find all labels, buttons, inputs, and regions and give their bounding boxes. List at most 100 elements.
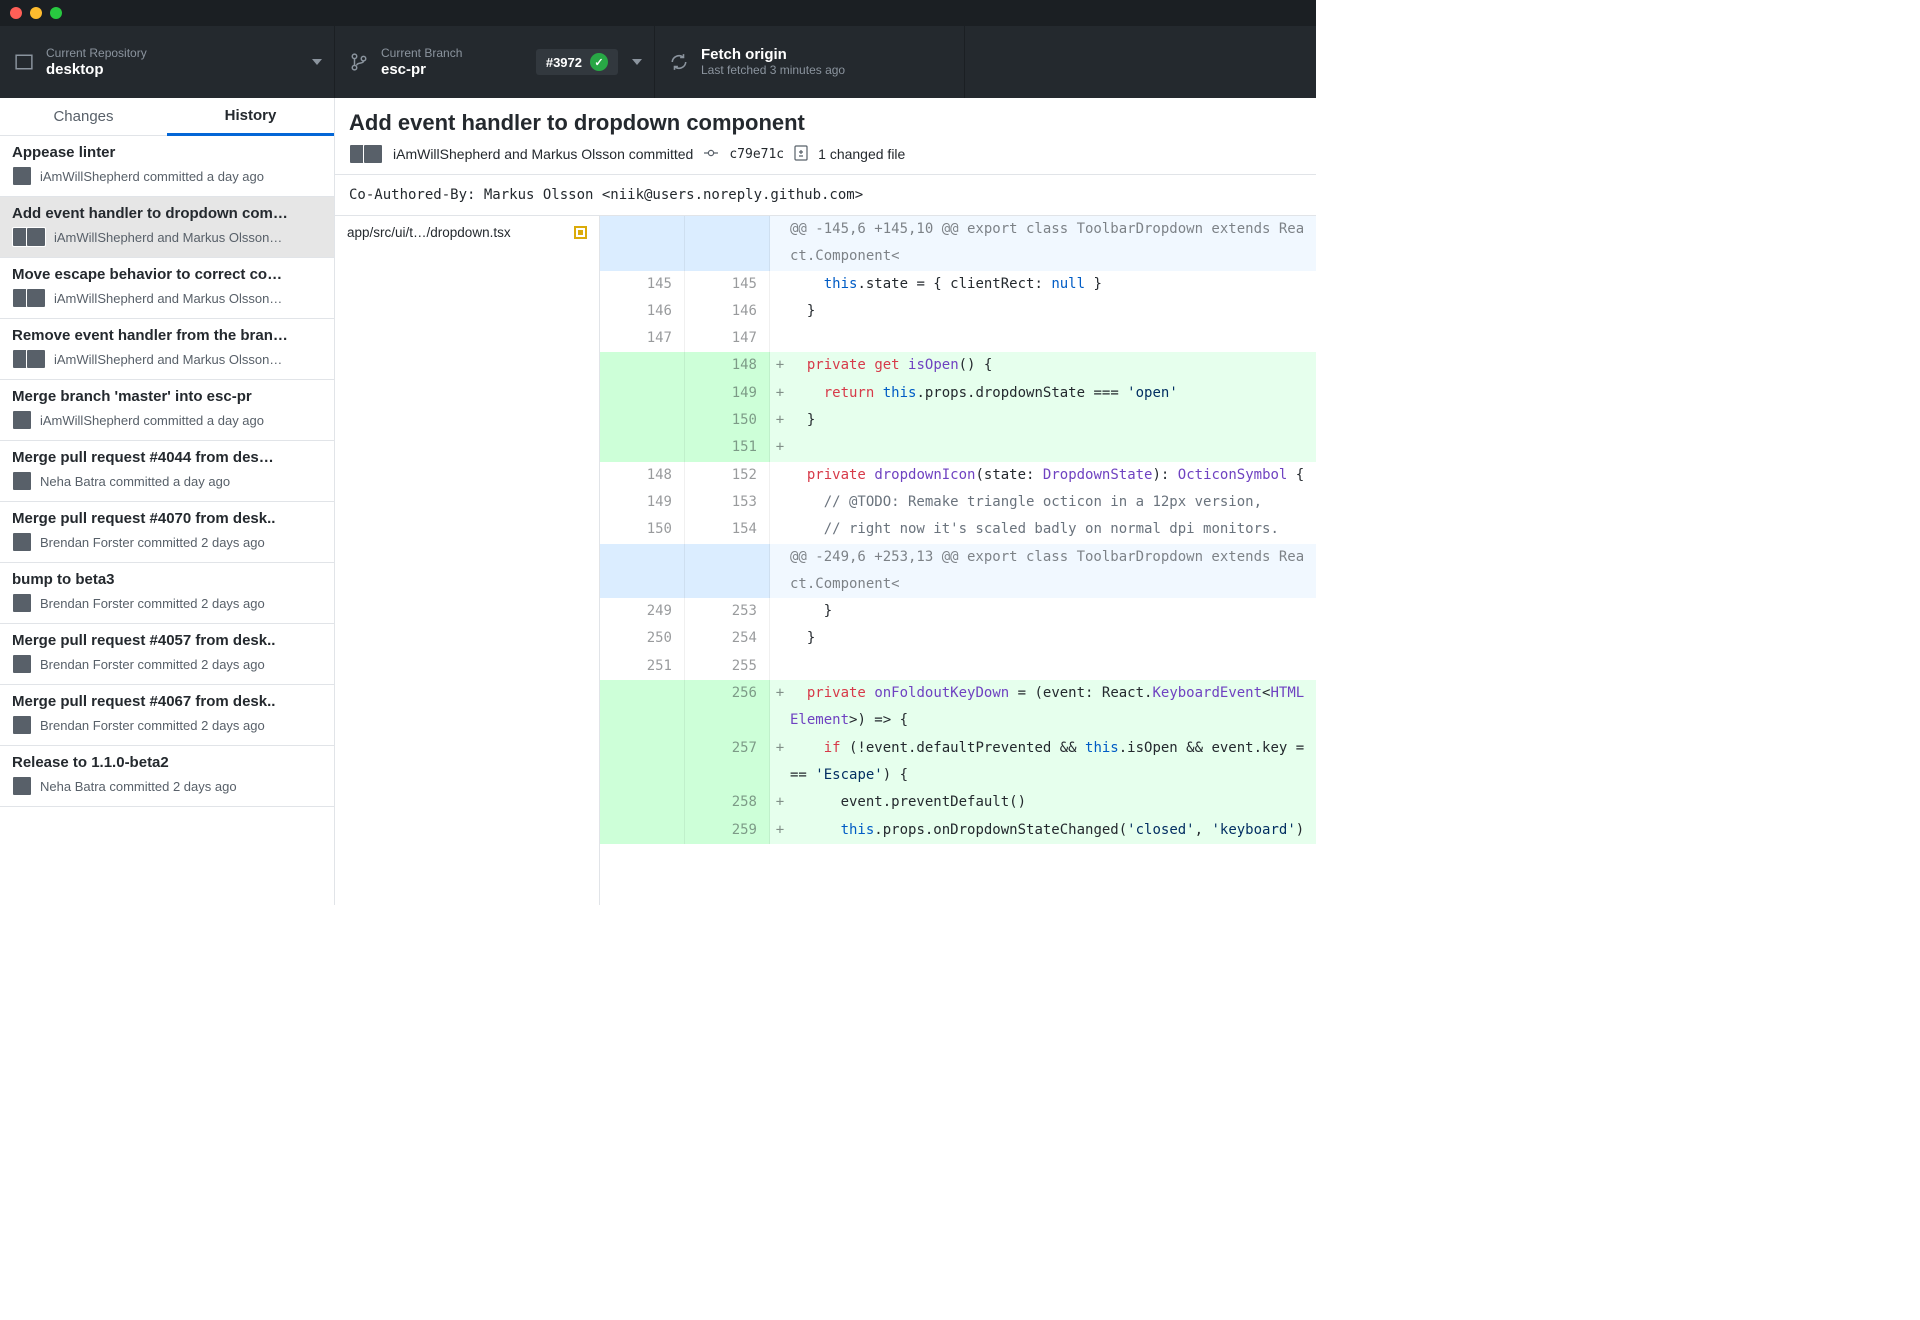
history-item-title: Merge branch 'master' into esc-pr (12, 388, 322, 405)
lineno-new: 258 (685, 789, 770, 816)
sync-icon (669, 53, 689, 71)
lineno-old: 146 (600, 298, 685, 325)
tab-history[interactable]: History (167, 98, 334, 136)
diff-line: 150+ } (600, 407, 1316, 434)
history-item[interactable]: Add event handler to dropdown com…iAmWil… (0, 197, 334, 258)
pr-badge: #3972 ✓ (536, 49, 618, 75)
diff-code (790, 653, 1316, 680)
diff-marker: + (770, 380, 790, 407)
fetch-title: Fetch origin (701, 46, 845, 63)
diff-marker (770, 271, 790, 298)
history-item[interactable]: Merge pull request #4044 from des… Neha B… (0, 441, 334, 502)
diff-code (790, 325, 1316, 352)
lineno-new (685, 216, 770, 271)
lineno-new: 149 (685, 380, 770, 407)
diff-line: 250254 } (600, 625, 1316, 652)
minimize-window-icon[interactable] (30, 7, 42, 19)
diff-code: private get isOpen() { (790, 352, 1316, 379)
avatar (12, 166, 32, 186)
file-item[interactable]: app/src/ui/t…/dropdown.tsx (335, 216, 599, 249)
history-item[interactable]: Remove event handler from the bran…iAmWi… (0, 319, 334, 380)
history-item-title: Merge pull request #4044 from des… (12, 449, 322, 466)
history-item[interactable]: Merge branch 'master' into esc-pr iAmWill… (0, 380, 334, 441)
diff-code: // right now it's scaled badly on normal… (790, 516, 1316, 543)
author-line: iAmWillShepherd and Markus Olsson commit… (393, 146, 693, 162)
diff-line: 148152 private dropdownIcon(state: Dropd… (600, 462, 1316, 489)
history-item[interactable]: Merge pull request #4057 from desk..Bren… (0, 624, 334, 685)
lineno-new: 150 (685, 407, 770, 434)
diff-icon (794, 145, 808, 164)
diff-marker: + (770, 789, 790, 816)
author-avatars (12, 166, 32, 186)
pr-number: #3972 (546, 55, 582, 70)
diff-marker (770, 653, 790, 680)
avatar (12, 654, 32, 674)
titlebar (0, 0, 1316, 26)
history-item-meta: iAmWillShepherd committed a day ago (40, 413, 264, 428)
diff-code: private onFoldoutKeyDown = (event: React… (790, 680, 1316, 735)
window-controls (10, 7, 62, 19)
zoom-window-icon[interactable] (50, 7, 62, 19)
diff-code: this.props.onDropdownStateChanged('close… (790, 817, 1316, 844)
fetch-button[interactable]: Fetch origin Last fetched 3 minutes ago (655, 26, 965, 98)
diff-code: } (790, 598, 1316, 625)
history-item-meta: Brendan Forster committed 2 days ago (40, 718, 265, 733)
history-item-title: Merge pull request #4070 from desk.. (12, 510, 322, 527)
diff-marker (770, 216, 790, 271)
branch-selector[interactable]: Current Branch esc-pr #3972 ✓ (335, 26, 655, 98)
history-item[interactable]: Merge pull request #4070 from desk.. Bren… (0, 502, 334, 563)
author-avatars (12, 593, 32, 613)
lineno-old (600, 216, 685, 271)
diff-marker: + (770, 352, 790, 379)
lineno-new: 257 (685, 735, 770, 790)
lineno-new: 148 (685, 352, 770, 379)
modified-icon (574, 226, 587, 239)
lineno-new: 153 (685, 489, 770, 516)
diff-code: @@ -145,6 +145,10 @@ export class Toolba… (790, 216, 1316, 271)
diff-line: 145145 this.state = { clientRect: null } (600, 271, 1316, 298)
history-item-meta: Brendan Forster committed 2 days ago (40, 596, 265, 611)
history-item-meta: Brendan Forster committed 2 days ago (40, 535, 265, 550)
diff-view[interactable]: @@ -145,6 +145,10 @@ export class Toolba… (600, 216, 1316, 905)
lineno-new: 255 (685, 653, 770, 680)
history-item-title: bump to beta3 (12, 571, 322, 588)
lineno-old: 249 (600, 598, 685, 625)
diff-marker: + (770, 407, 790, 434)
lineno-new: 147 (685, 325, 770, 352)
tab-changes[interactable]: Changes (0, 98, 167, 136)
history-item-title: Move escape behavior to correct co… (12, 266, 322, 283)
lineno-old (600, 352, 685, 379)
lineno-old (600, 544, 685, 599)
history-list[interactable]: Appease linteriAmWillShepherd committed … (0, 136, 334, 905)
history-item[interactable]: Appease linteriAmWillShepherd committed … (0, 136, 334, 197)
commit-title: Add event handler to dropdown component (349, 110, 1302, 136)
history-item[interactable]: Move escape behavior to correct co…iAmWi… (0, 258, 334, 319)
close-window-icon[interactable] (10, 7, 22, 19)
author-avatars (12, 715, 32, 735)
git-branch-icon (349, 52, 369, 72)
author-avatars (12, 776, 32, 796)
diff-marker (770, 298, 790, 325)
history-item-meta: iAmWillShepherd and Markus Olsson… (54, 230, 282, 245)
diff-line: 151+ (600, 434, 1316, 461)
diff-line: 148+ private get isOpen() { (600, 352, 1316, 379)
repo-icon (14, 53, 34, 71)
lineno-new: 256 (685, 680, 770, 735)
diff-line: 259+ this.props.onDropdownStateChanged('… (600, 817, 1316, 844)
avatar (12, 410, 32, 430)
diff-code: } (790, 407, 1316, 434)
lineno-new: 253 (685, 598, 770, 625)
branch-label: Current Branch (381, 46, 462, 62)
git-commit-icon (703, 146, 719, 163)
branch-value: esc-pr (381, 61, 462, 78)
repo-selector[interactable]: Current Repository desktop (0, 26, 335, 98)
avatar (12, 593, 32, 613)
history-item[interactable]: Merge pull request #4067 from desk..Bren… (0, 685, 334, 746)
avatar (363, 144, 383, 164)
history-item[interactable]: bump to beta3 Brendan Forster committed 2… (0, 563, 334, 624)
diff-line: 147147 (600, 325, 1316, 352)
history-item[interactable]: Release to 1.1.0-beta2Neha Batra committ… (0, 746, 334, 807)
avatar (26, 227, 46, 247)
fetch-subtitle: Last fetched 3 minutes ago (701, 63, 845, 79)
history-item-meta: Neha Batra committed a day ago (40, 474, 230, 489)
